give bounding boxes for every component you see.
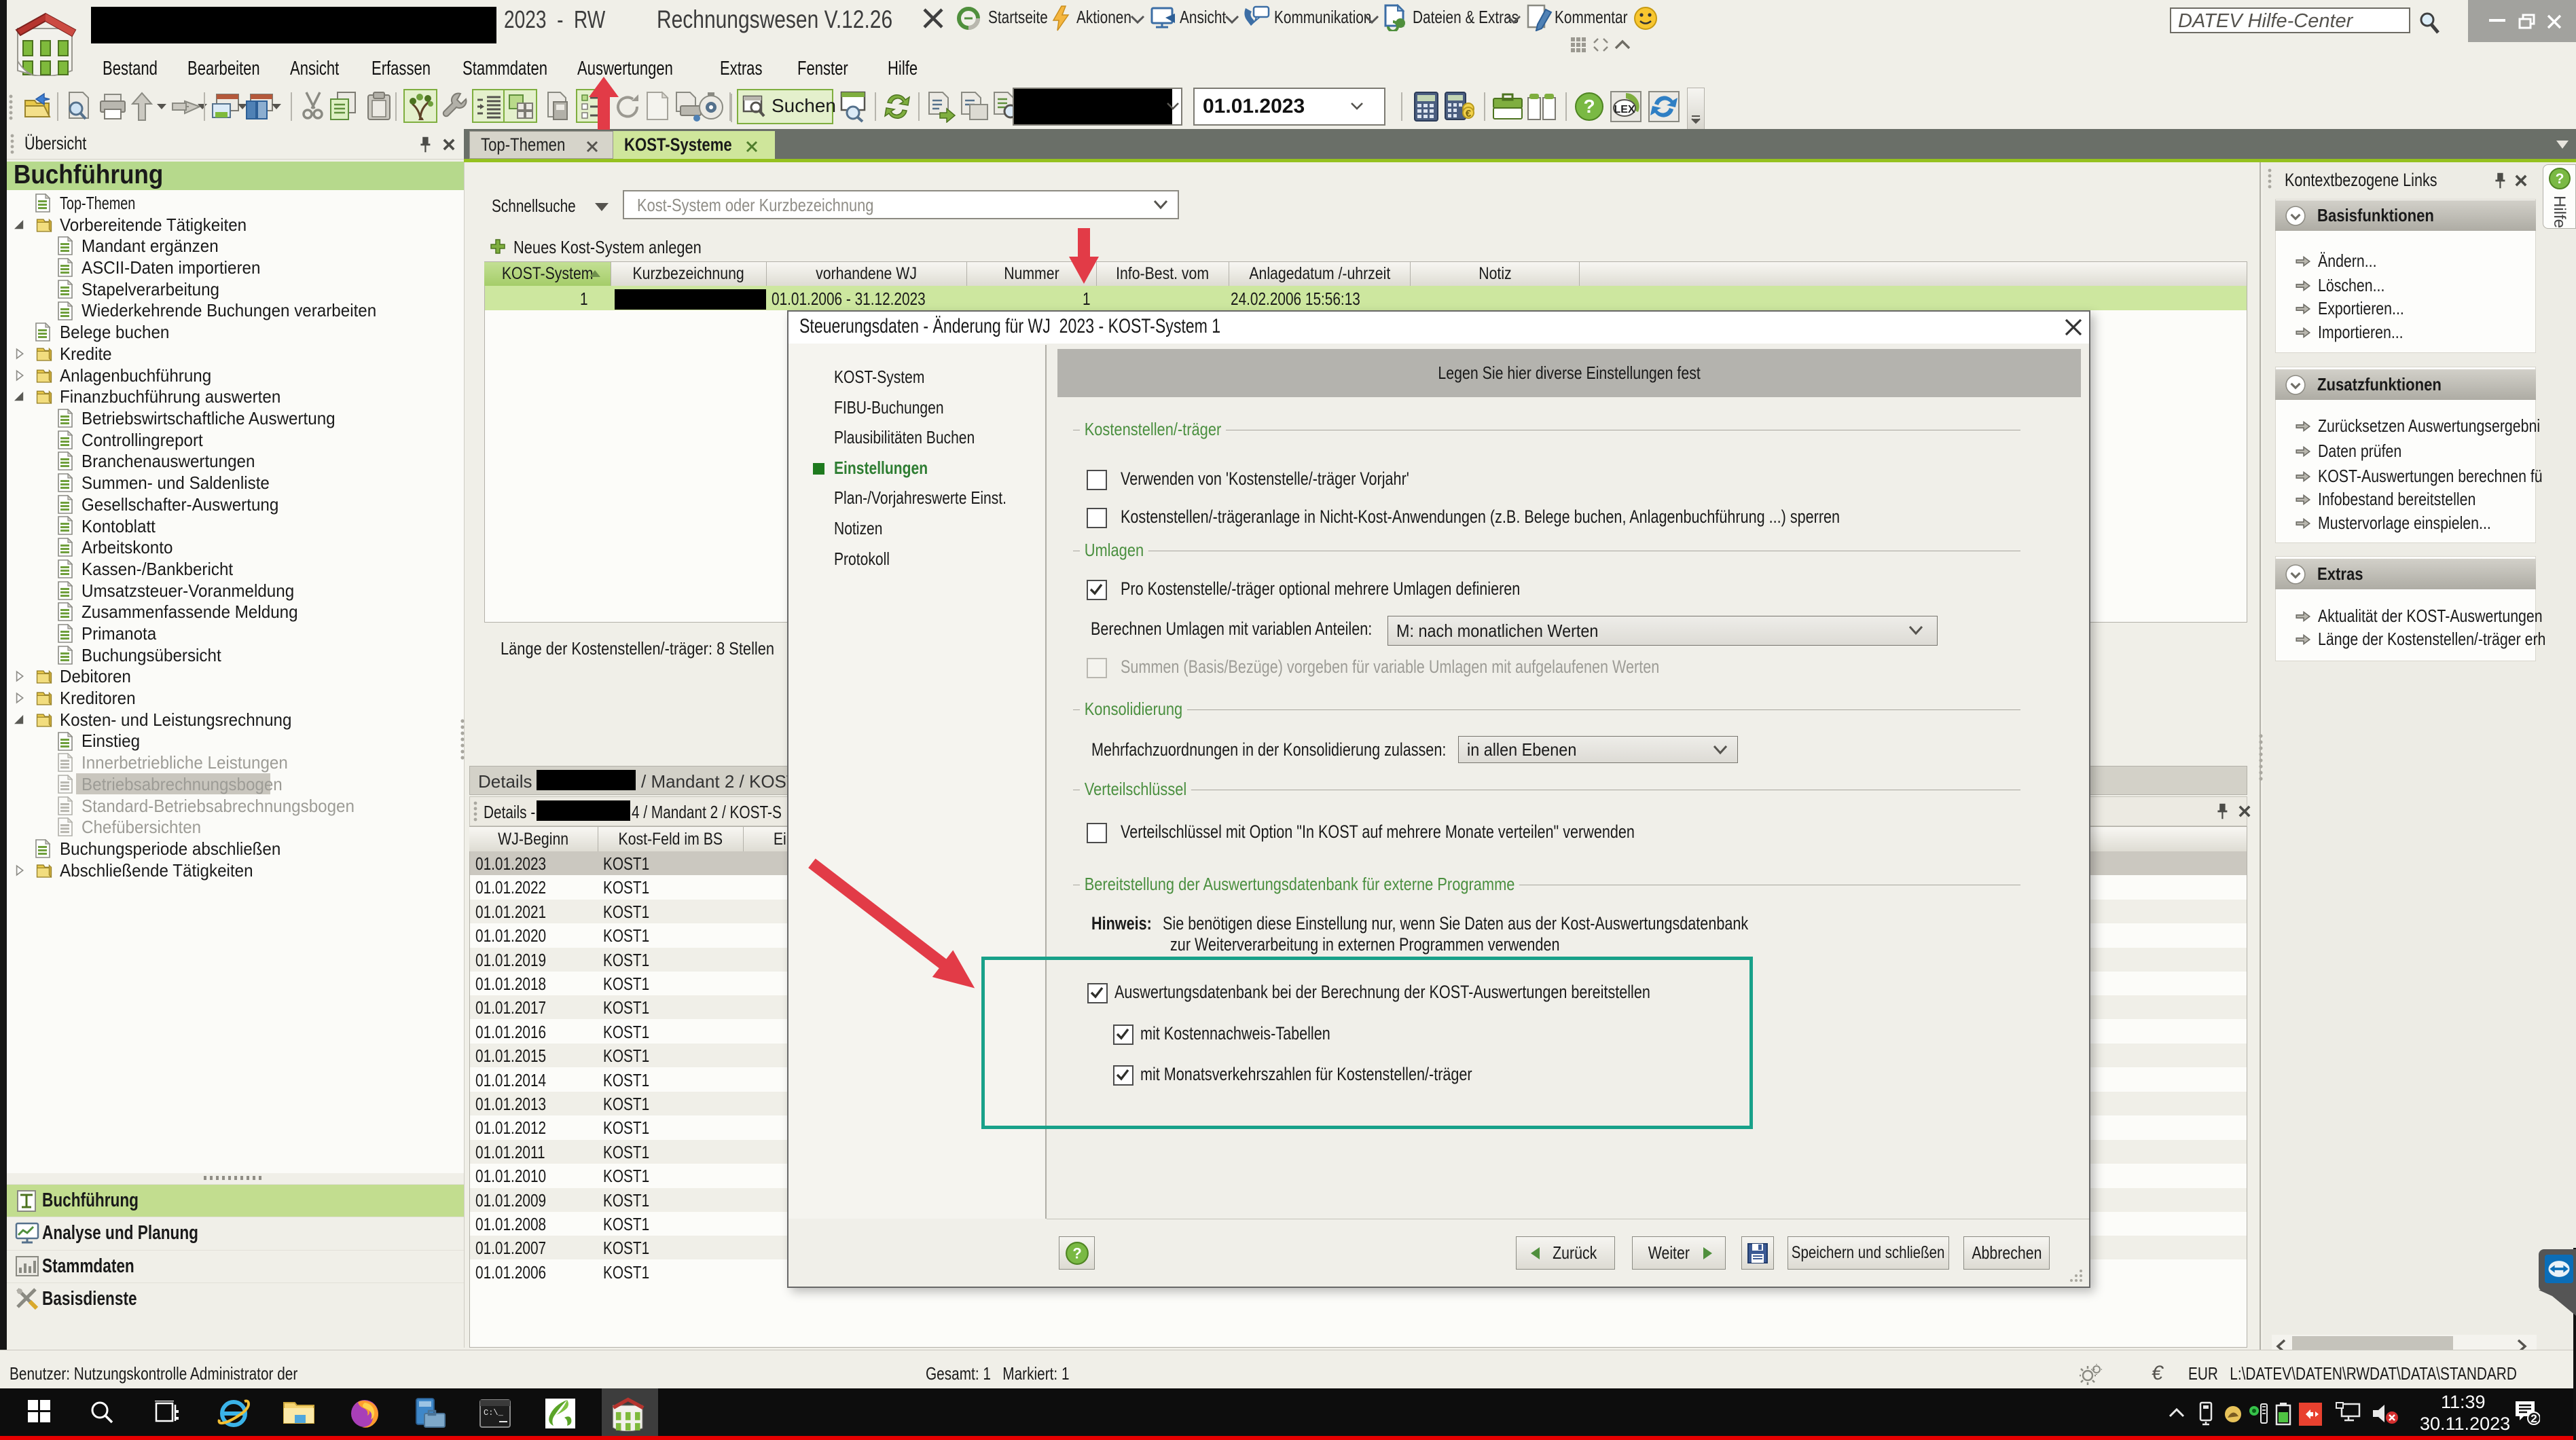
- svg-text:C:\_: C:\_: [484, 1408, 504, 1418]
- svg-text:?: ?: [1583, 96, 1595, 117]
- svg-text:LEX: LEX: [1614, 104, 1635, 115]
- svg-text:€: €: [1466, 108, 1472, 119]
- svg-text:2: 2: [2530, 1412, 2537, 1425]
